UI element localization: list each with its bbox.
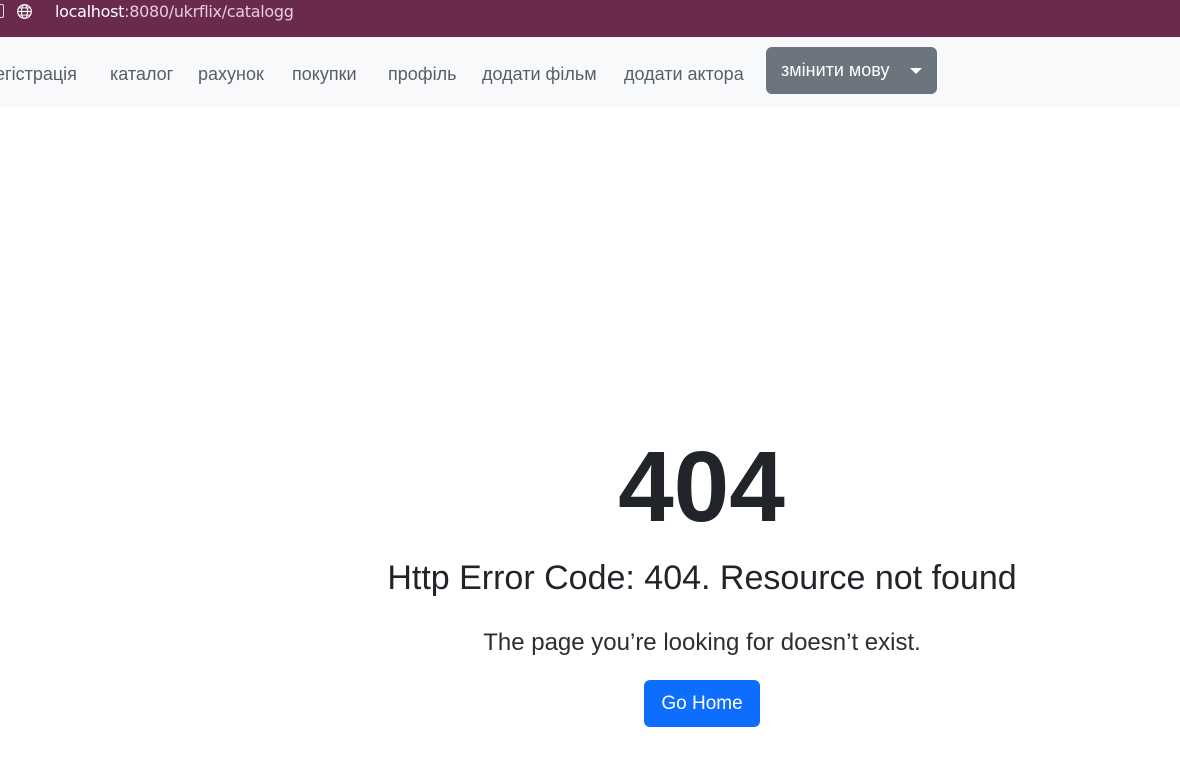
url-host: localhost <box>55 2 125 21</box>
change-language-button[interactable]: змінити мову <box>766 47 937 94</box>
error-code: 404 <box>618 431 785 543</box>
globe-icon <box>17 4 32 19</box>
url-path: :8080/ukrflix/catalogg <box>124 2 294 21</box>
error-title: Http Error Code: 404. Resource not found <box>387 559 1017 597</box>
tab-edge-icon <box>0 4 4 18</box>
nav-link-profile[interactable]: профіль <box>388 63 456 85</box>
navbar: егістрація каталог рахунок покупки профі… <box>0 37 1180 107</box>
nav-link-purchases[interactable]: покупки <box>292 63 357 85</box>
browser-address-bar: localhost:8080/ukrflix/catalogg <box>0 0 1180 37</box>
nav-link-add-film[interactable]: додати фільм <box>482 63 597 85</box>
url-field[interactable]: localhost:8080/ukrflix/catalogg <box>55 2 294 22</box>
nav-link-registration[interactable]: егістрація <box>0 63 77 85</box>
error-message: The page you’re looking for doesn’t exis… <box>483 629 921 656</box>
nav-link-add-actor[interactable]: додати актора <box>624 63 744 85</box>
nav-link-account[interactable]: рахунок <box>198 63 264 85</box>
go-home-button[interactable]: Go Home <box>644 680 760 727</box>
nav-link-catalog[interactable]: каталог <box>110 63 173 85</box>
change-language-label: змінити мову <box>781 60 890 80</box>
caret-down-icon <box>910 68 922 74</box>
